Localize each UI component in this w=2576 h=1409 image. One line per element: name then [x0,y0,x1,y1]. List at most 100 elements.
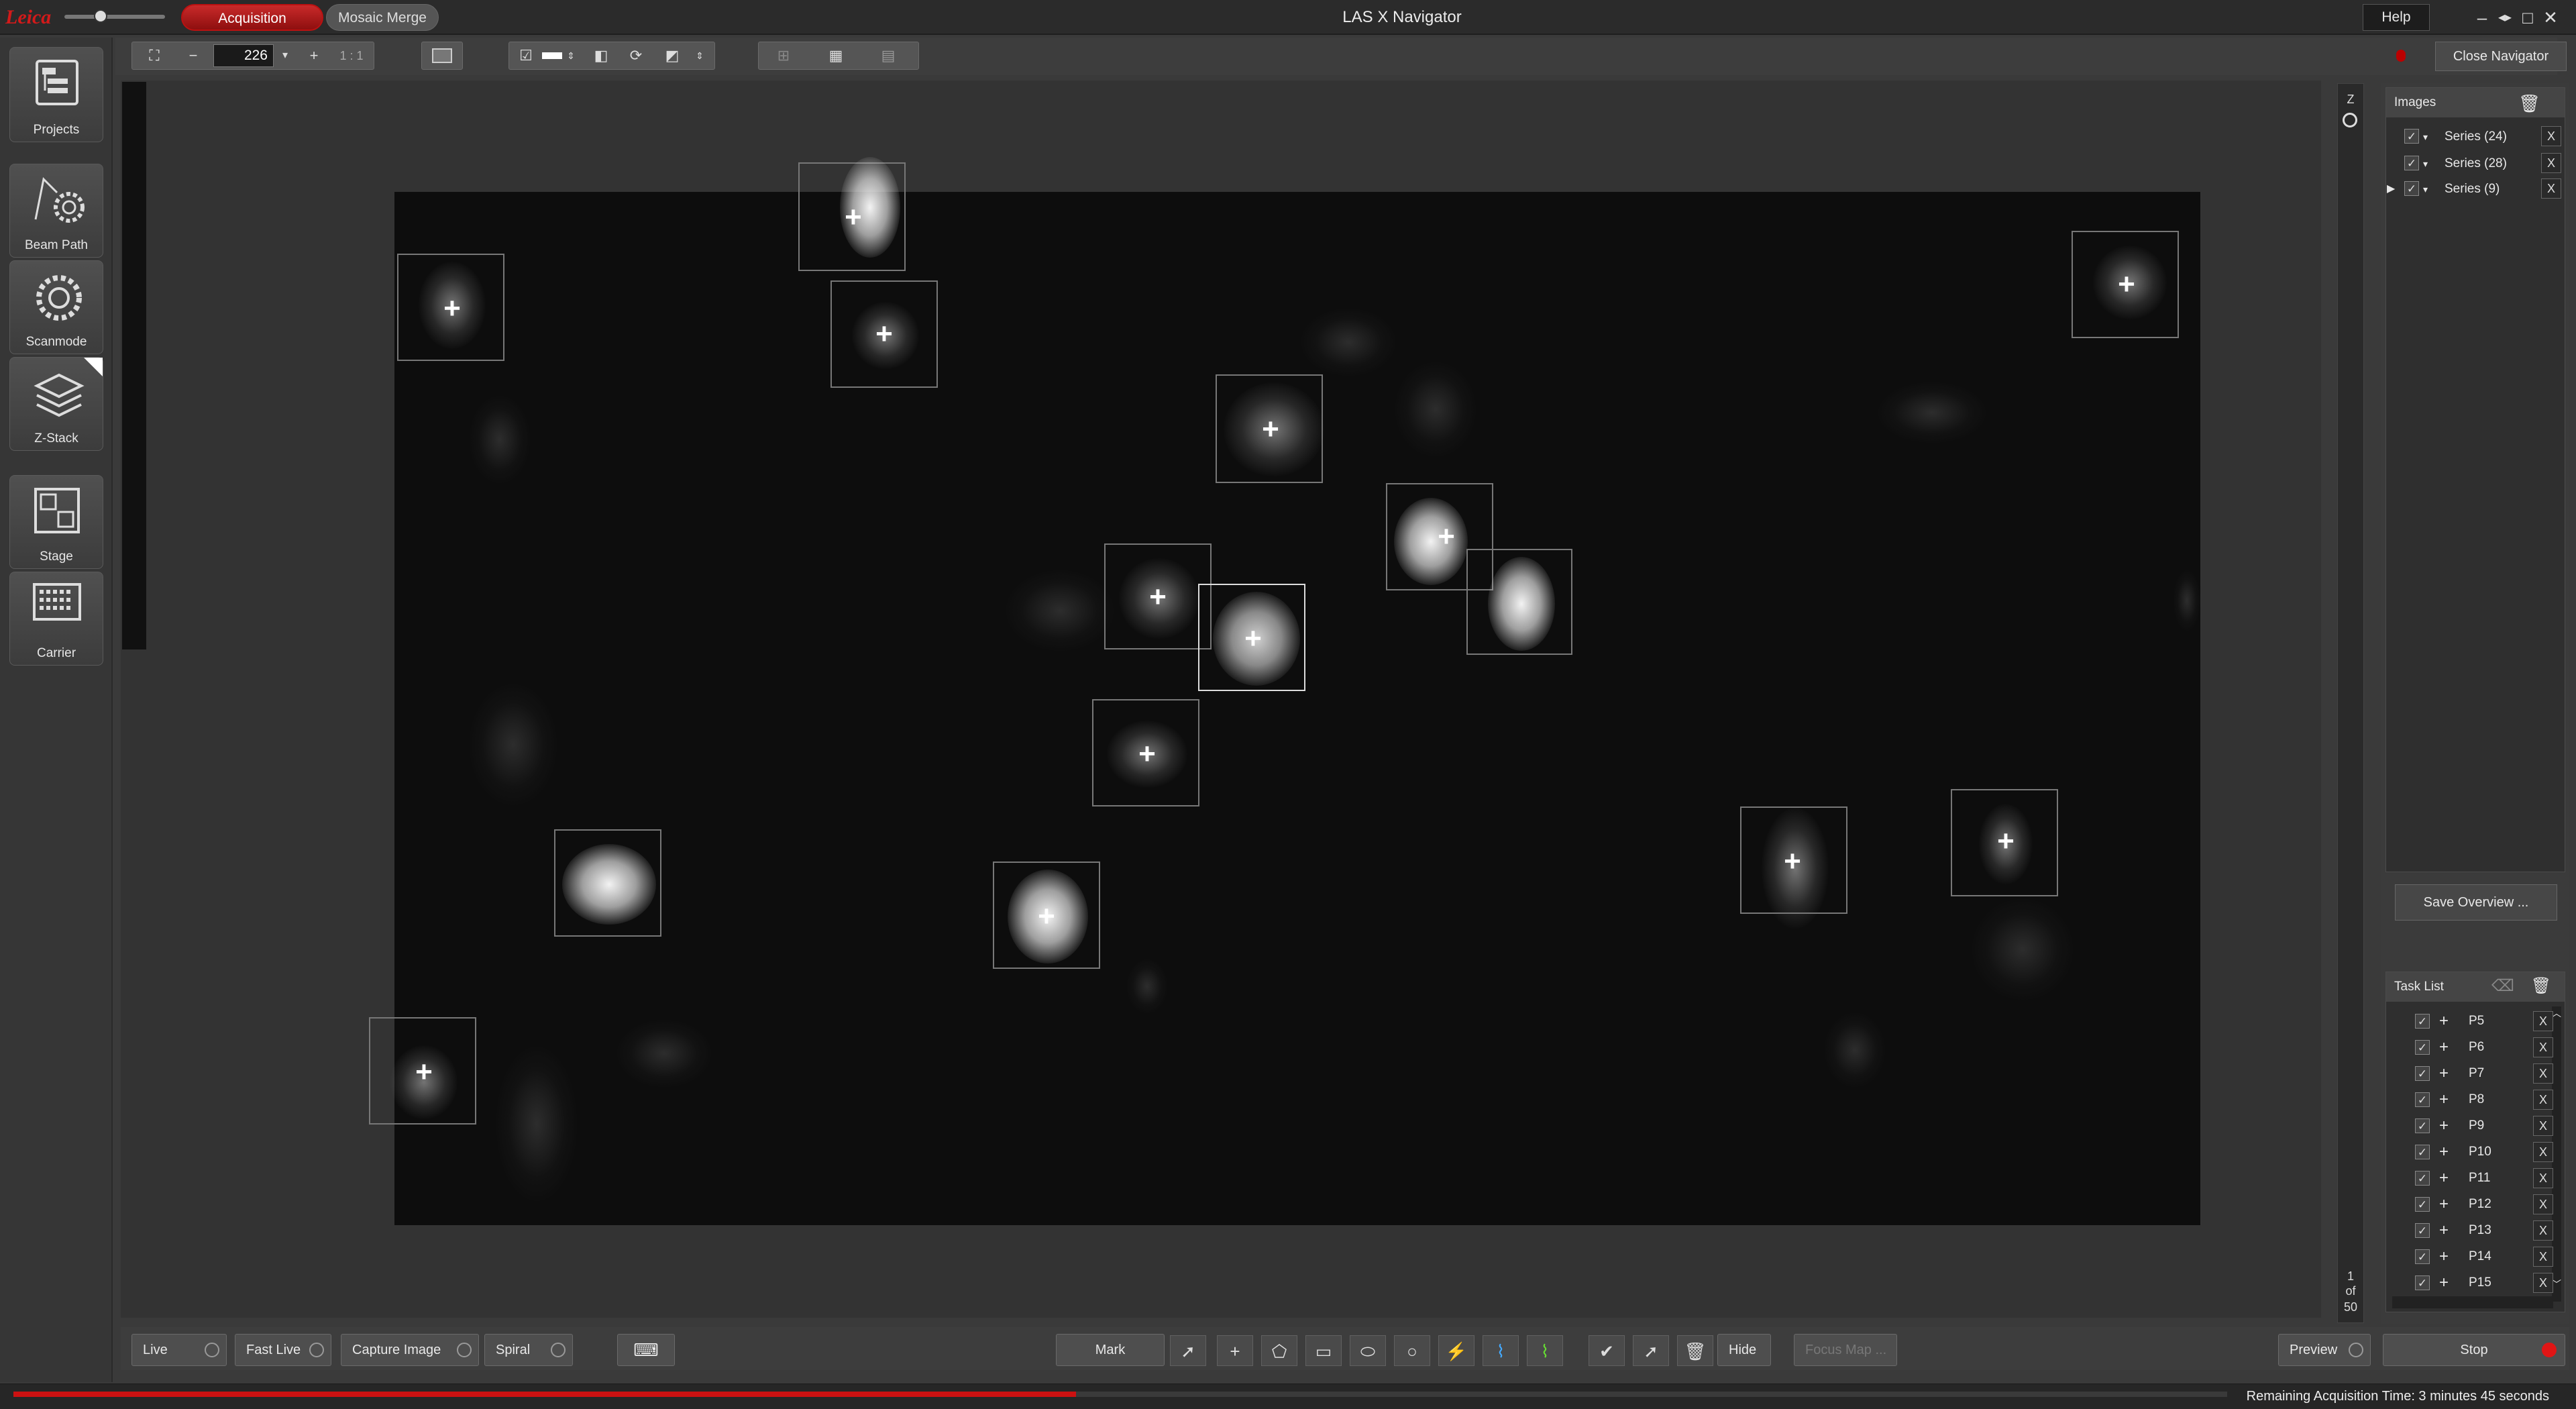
position-marker[interactable]: + [1104,543,1212,649]
task-remove-button[interactable]: X [2533,1142,2553,1162]
stop-button[interactable]: Stop [2383,1334,2565,1366]
task-checkbox[interactable]: ✓ [2415,1092,2430,1107]
series-row[interactable]: ✓ ▾ Series (28) X [2396,153,2561,174]
task-checkbox[interactable]: ✓ [2415,1066,2430,1081]
task-remove-button[interactable]: X [2533,1247,2553,1267]
close-icon[interactable]: ✕ [2540,5,2561,30]
z-slider-handle[interactable] [2343,113,2357,127]
position-marker[interactable]: + [993,862,1100,969]
sidebar-item-beam-path[interactable]: Beam Path [9,164,103,258]
polygon-tool-icon[interactable]: ⬠ [1261,1335,1297,1366]
position-marker[interactable] [554,829,661,937]
fine-grid-icon[interactable]: ▤ [875,44,902,67]
position-marker[interactable]: + [1216,374,1324,483]
select-pointer-icon[interactable]: ➚ [1170,1335,1206,1366]
circle-tool-icon[interactable]: ○ [1394,1335,1430,1366]
close-navigator-button[interactable]: Close Navigator [2435,42,2567,71]
task-checkbox[interactable]: ✓ [2415,1145,2430,1159]
contrast-icon[interactable]: ◧ [588,44,614,67]
series-remove-button[interactable]: X [2541,153,2561,173]
position-marker[interactable]: + [830,280,938,388]
ellipse-tool-icon[interactable]: ⬭ [1350,1335,1386,1366]
task-remove-button[interactable]: X [2533,1037,2553,1057]
task-list-item[interactable]: ✓ + P8 X [2412,1088,2564,1112]
task-remove-button[interactable]: X [2533,1273,2553,1293]
series-row[interactable]: ▶ ✓ ▾ Series (9) X [2387,178,2561,200]
series-row[interactable]: ✓ ▾ Series (24) X [2396,126,2561,148]
series-dropdown-icon[interactable]: ▾ [2423,153,2428,174]
one-to-one-button[interactable]: 1 : 1 [331,44,372,67]
series-remove-button[interactable]: X [2541,178,2561,199]
zoom-out-button[interactable]: − [180,44,207,67]
position-marker[interactable]: + [397,254,504,361]
task-list-item[interactable]: ✓ + P9 X [2412,1114,2564,1138]
save-overview-button[interactable]: Save Overview ... [2395,884,2557,921]
minimize-icon[interactable]: – [2471,5,2493,30]
task-checkbox[interactable]: ✓ [2415,1171,2430,1186]
wand-tool-icon[interactable]: ⚡ [1438,1335,1474,1366]
series-checkbox[interactable]: ✓ [2404,156,2419,170]
maximize-icon[interactable]: □ [2517,5,2538,30]
spiral-button[interactable]: Spiral [484,1334,573,1366]
refresh-icon[interactable]: ⟳ [623,44,649,67]
position-marker[interactable]: + [1092,699,1199,806]
help-button[interactable]: Help [2363,4,2430,31]
position-marker[interactable]: + [2072,231,2179,338]
zoom-input[interactable]: 226 [213,44,274,67]
task-checkbox[interactable]: ✓ [2415,1040,2430,1055]
task-checkbox[interactable]: ✓ [2415,1014,2430,1029]
task-checkbox[interactable]: ✓ [2415,1118,2430,1133]
fit-view-icon[interactable]: ⛶ [141,44,168,67]
task-remove-button[interactable]: X [2533,1220,2553,1241]
mark-button[interactable]: Mark [1056,1334,1165,1366]
keyboard-button[interactable]: ⌨ [617,1334,675,1366]
resize-icon[interactable]: ◂▸ [2494,5,2516,30]
task-remove-button[interactable]: X [2533,1168,2553,1188]
position-marker-selected[interactable]: + [1198,584,1305,691]
task-remove-button[interactable]: X [2533,1116,2553,1136]
delete-marks-icon[interactable]: 🗑 [1677,1335,1713,1366]
tab-acquisition[interactable]: Acquisition [181,4,323,31]
add-position-icon[interactable]: + [1217,1335,1253,1366]
z-position-slider[interactable] [2337,83,2364,1323]
tab-mosaic-merge[interactable]: Mosaic Merge [326,4,439,31]
task-list-item[interactable]: ✓ + P14 X [2412,1245,2564,1269]
fast-live-button[interactable]: Fast Live [235,1334,331,1366]
sidebar-item-carrier[interactable]: Carrier [9,572,103,666]
gradient-icon[interactable]: ◩ [659,44,686,67]
task-checkbox[interactable]: ✓ [2415,1223,2430,1238]
position-marker[interactable]: + [369,1017,476,1125]
series-remove-button[interactable]: X [2541,126,2561,146]
overlay-select-icon[interactable]: ⇕ [562,44,580,67]
gradient-select-icon[interactable]: ⇕ [691,44,708,67]
live-button[interactable]: Live [131,1334,227,1366]
task-list-item[interactable]: ✓ + P15 X [2412,1271,2564,1295]
zoom-in-button[interactable]: + [301,44,327,67]
series-checkbox[interactable]: ✓ [2404,181,2419,196]
task-remove-button[interactable]: X [2533,1090,2553,1110]
position-marker[interactable] [1466,549,1572,655]
hide-button[interactable]: Hide [1717,1334,1771,1366]
sidebar-item-stage[interactable]: Stage [9,475,103,569]
task-list-item[interactable]: ✓ + P10 X [2412,1140,2564,1164]
brightness-slider-handle[interactable] [94,9,107,23]
tile-view-icon[interactable]: ⊞ [770,44,797,67]
grid-icon[interactable]: ▦ [822,44,849,67]
sidebar-item-z-stack[interactable]: Z-Stack [9,357,103,451]
task-remove-button[interactable]: X [2533,1063,2553,1084]
check-all-icon[interactable]: ✔ [1589,1335,1625,1366]
overlay-color-swatch[interactable] [542,52,562,59]
preview-button[interactable]: Preview [2278,1334,2371,1366]
sidebar-item-scanmode[interactable]: Scanmode [9,260,103,354]
capture-image-button[interactable]: Capture Image [341,1334,479,1366]
task-list-item[interactable]: ✓ + P13 X [2412,1218,2564,1243]
zoom-dropdown-icon[interactable]: ▾ [275,44,295,67]
sidebar-item-projects[interactable]: Projects [9,47,103,142]
position-marker[interactable]: + [1740,806,1847,929]
delete-tasks-icon[interactable]: 🗑 [2530,976,2552,997]
series-dropdown-icon[interactable]: ▾ [2423,178,2428,200]
focus-map-button[interactable]: Focus Map ... [1794,1334,1897,1366]
position-marker[interactable]: + [798,157,906,271]
overlay-check-icon[interactable]: ☑ [513,44,539,67]
task-remove-button[interactable]: X [2533,1011,2553,1031]
